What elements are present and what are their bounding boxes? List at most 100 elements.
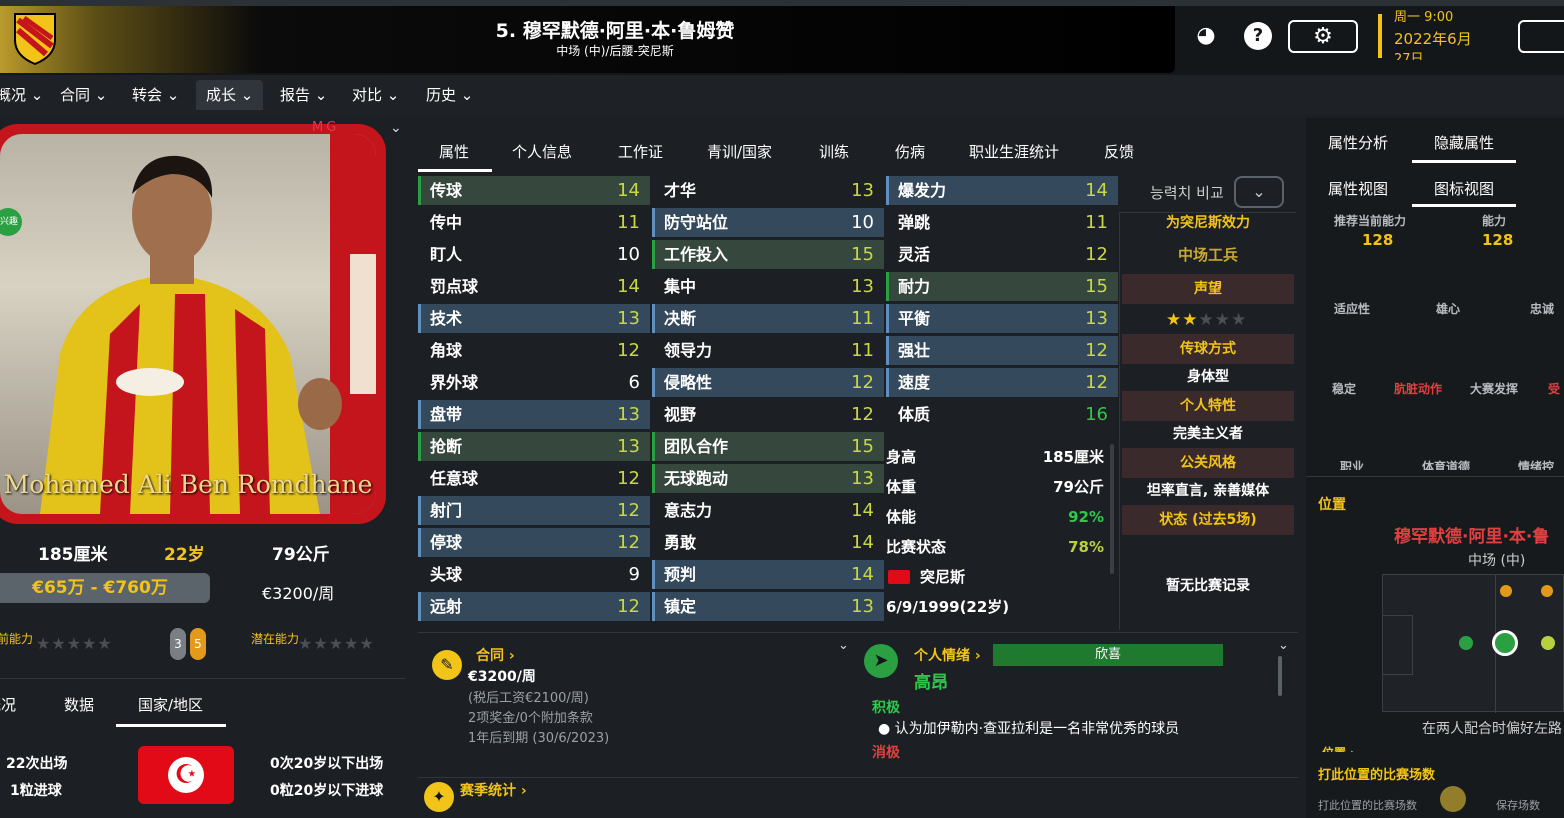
chevron-down-icon[interactable]: ⌄	[1278, 638, 1289, 653]
attribute-row[interactable]: 领导力 11	[652, 336, 884, 365]
tab-work-permit[interactable]: 工作证	[618, 141, 663, 162]
attribute-row[interactable]: 传球 14	[418, 176, 650, 205]
season-stats-link[interactable]: 赛季统计 ›	[460, 780, 527, 800]
scrollbar[interactable]	[1110, 444, 1114, 574]
tunisia-flag-icon[interactable]: ☪	[138, 746, 234, 804]
tab-injuries[interactable]: 伤病	[895, 141, 925, 162]
attribute-row[interactable]: 抢断 13	[418, 432, 650, 461]
attribute-row[interactable]: 耐力 15	[886, 272, 1118, 301]
football-icon[interactable]: ◕	[1192, 22, 1220, 50]
tab-feedback[interactable]: 反馈	[1104, 141, 1134, 162]
position-dot[interactable]	[1459, 636, 1473, 650]
nav-transfer[interactable]: 转会 ⌄	[122, 80, 189, 110]
attribute-row[interactable]: 强壮 12	[886, 336, 1118, 365]
attribute-row[interactable]: 射门 12	[418, 496, 650, 525]
attribute-row[interactable]: 团队合作 15	[652, 432, 884, 461]
attribute-row[interactable]: 工作投入 15	[652, 240, 884, 269]
role-label[interactable]: 中场工兵	[1122, 240, 1294, 270]
apps-by-position-sub: 打此位置的比赛场数	[1318, 799, 1417, 812]
position-role: 中场 (中)	[1468, 553, 1526, 569]
attribute-row[interactable]: 角球 12	[418, 336, 650, 365]
attribute-row[interactable]: 速度 12	[886, 368, 1118, 397]
tab-nation[interactable]: 国家/地区	[138, 694, 203, 715]
divider	[1119, 212, 1120, 630]
tab-hidden-attributes[interactable]: 隐藏属性	[1434, 132, 1494, 153]
nav-development[interactable]: 成长 ⌄	[196, 80, 264, 110]
attribute-row[interactable]: 盘带 13	[418, 400, 650, 429]
help-icon[interactable]: ?	[1244, 22, 1272, 50]
attribute-row[interactable]: 侵略性 12	[652, 368, 884, 397]
attribute-row[interactable]: 停球 12	[418, 528, 650, 557]
compare-dropdown-button[interactable]: ⌄	[1234, 176, 1284, 208]
tab-icon-view[interactable]: 图标视图	[1434, 178, 1494, 199]
morale-arrow-icon: ➤	[864, 644, 898, 678]
attribute-row[interactable]: 勇敢 14	[652, 528, 884, 557]
highlight-bar	[886, 336, 889, 365]
continue-button[interactable]	[1518, 20, 1564, 53]
attribute-row[interactable]: 体质 16	[886, 400, 1118, 429]
attribute-row[interactable]: 头球 9	[418, 560, 650, 589]
primary-position-dot[interactable]	[1492, 630, 1518, 656]
tab-personal-info[interactable]: 个人信息	[512, 141, 572, 162]
nav-contract[interactable]: 合同 ⌄	[50, 80, 117, 110]
tab-training[interactable]: 训练	[819, 141, 849, 162]
attribute-row[interactable]: 防守站位 10	[652, 208, 884, 237]
nav-overview[interactable]: 概况 ⌄	[0, 80, 53, 110]
attribute-row[interactable]: 视野 12	[652, 400, 884, 429]
attribute-row[interactable]: 爆发力 14	[886, 176, 1118, 205]
attribute-name: 灵活	[898, 245, 931, 264]
position-pitch[interactable]	[1382, 574, 1564, 713]
tab-attribute-analysis[interactable]: 属性分析	[1328, 132, 1388, 153]
attribute-row[interactable]: 平衡 13	[886, 304, 1118, 333]
nav-reports[interactable]: 报告 ⌄	[270, 80, 337, 110]
morale-link[interactable]: 个人情绪 ›	[914, 645, 981, 665]
player-photo[interactable]	[0, 134, 376, 514]
attribute-row[interactable]: 技术 13	[418, 304, 650, 333]
contract-tax: (税后工资€2100/周)	[468, 691, 589, 706]
attribute-row[interactable]: 才华 13	[652, 176, 884, 205]
attribute-value: 12	[1085, 372, 1108, 393]
attribute-row[interactable]: 灵活 12	[886, 240, 1118, 269]
attribute-row[interactable]: 任意球 12	[418, 464, 650, 493]
age-value: 22岁	[164, 545, 205, 565]
attribute-name: 技术	[430, 309, 463, 328]
attribute-row[interactable]: 盯人 10	[418, 240, 650, 269]
attribute-row[interactable]: 无球跑动 13	[652, 464, 884, 493]
tab-overview[interactable]: 概况	[0, 694, 16, 715]
reputation-stars: ★★★★★	[1166, 310, 1248, 330]
attribute-row[interactable]: 罚点球 14	[418, 272, 650, 301]
tab-attribute-view[interactable]: 属性视图	[1328, 178, 1388, 199]
attribute-name: 集中	[664, 277, 697, 296]
attribute-row[interactable]: 弹跳 11	[886, 208, 1118, 237]
nav-history[interactable]: 历史 ⌄	[416, 80, 483, 110]
info-value: 78%	[1068, 538, 1104, 556]
attribute-row[interactable]: 镇定 13	[652, 592, 884, 621]
settings-button[interactable]: ⚙	[1288, 20, 1358, 53]
position-dot[interactable]	[1500, 585, 1512, 597]
nav-label: 成长	[206, 86, 237, 104]
attribute-row[interactable]: 传中 11	[418, 208, 650, 237]
watermark-logo-icon	[1440, 786, 1466, 812]
attribute-row[interactable]: 集中 13	[652, 272, 884, 301]
club-crest-icon[interactable]	[10, 10, 60, 66]
tab-youth-national[interactable]: 青训/国家	[707, 141, 772, 162]
market-value[interactable]: €65万 - €760万	[0, 573, 210, 603]
tab-career-stats[interactable]: 职业生涯统计	[969, 141, 1059, 162]
position-dot[interactable]	[1541, 636, 1555, 650]
attribute-row[interactable]: 意志力 14	[652, 496, 884, 525]
attribute-row[interactable]: 远射 12	[418, 592, 650, 621]
attribute-row[interactable]: 决断 11	[652, 304, 884, 333]
attribute-row[interactable]: 界外球 6	[418, 368, 650, 397]
attribute-row[interactable]: 预判 14	[652, 560, 884, 589]
tab-stats[interactable]: 数据	[64, 694, 94, 715]
contract-link[interactable]: 合同 ›	[476, 645, 515, 665]
chevron-down-icon[interactable]: ⌄	[838, 638, 849, 653]
nav-compare[interactable]: 对比 ⌄	[342, 80, 409, 110]
attribute-name: 决断	[664, 309, 697, 328]
chevron-down-icon[interactable]: ⌄	[390, 120, 402, 136]
position-dot[interactable]	[1541, 585, 1553, 597]
scrollbar[interactable]	[1278, 656, 1282, 696]
position-link[interactable]: 位置 ›	[1322, 744, 1355, 752]
tab-attributes[interactable]: 属性	[439, 141, 469, 162]
nationality-row[interactable]: 突尼斯	[886, 562, 1104, 592]
